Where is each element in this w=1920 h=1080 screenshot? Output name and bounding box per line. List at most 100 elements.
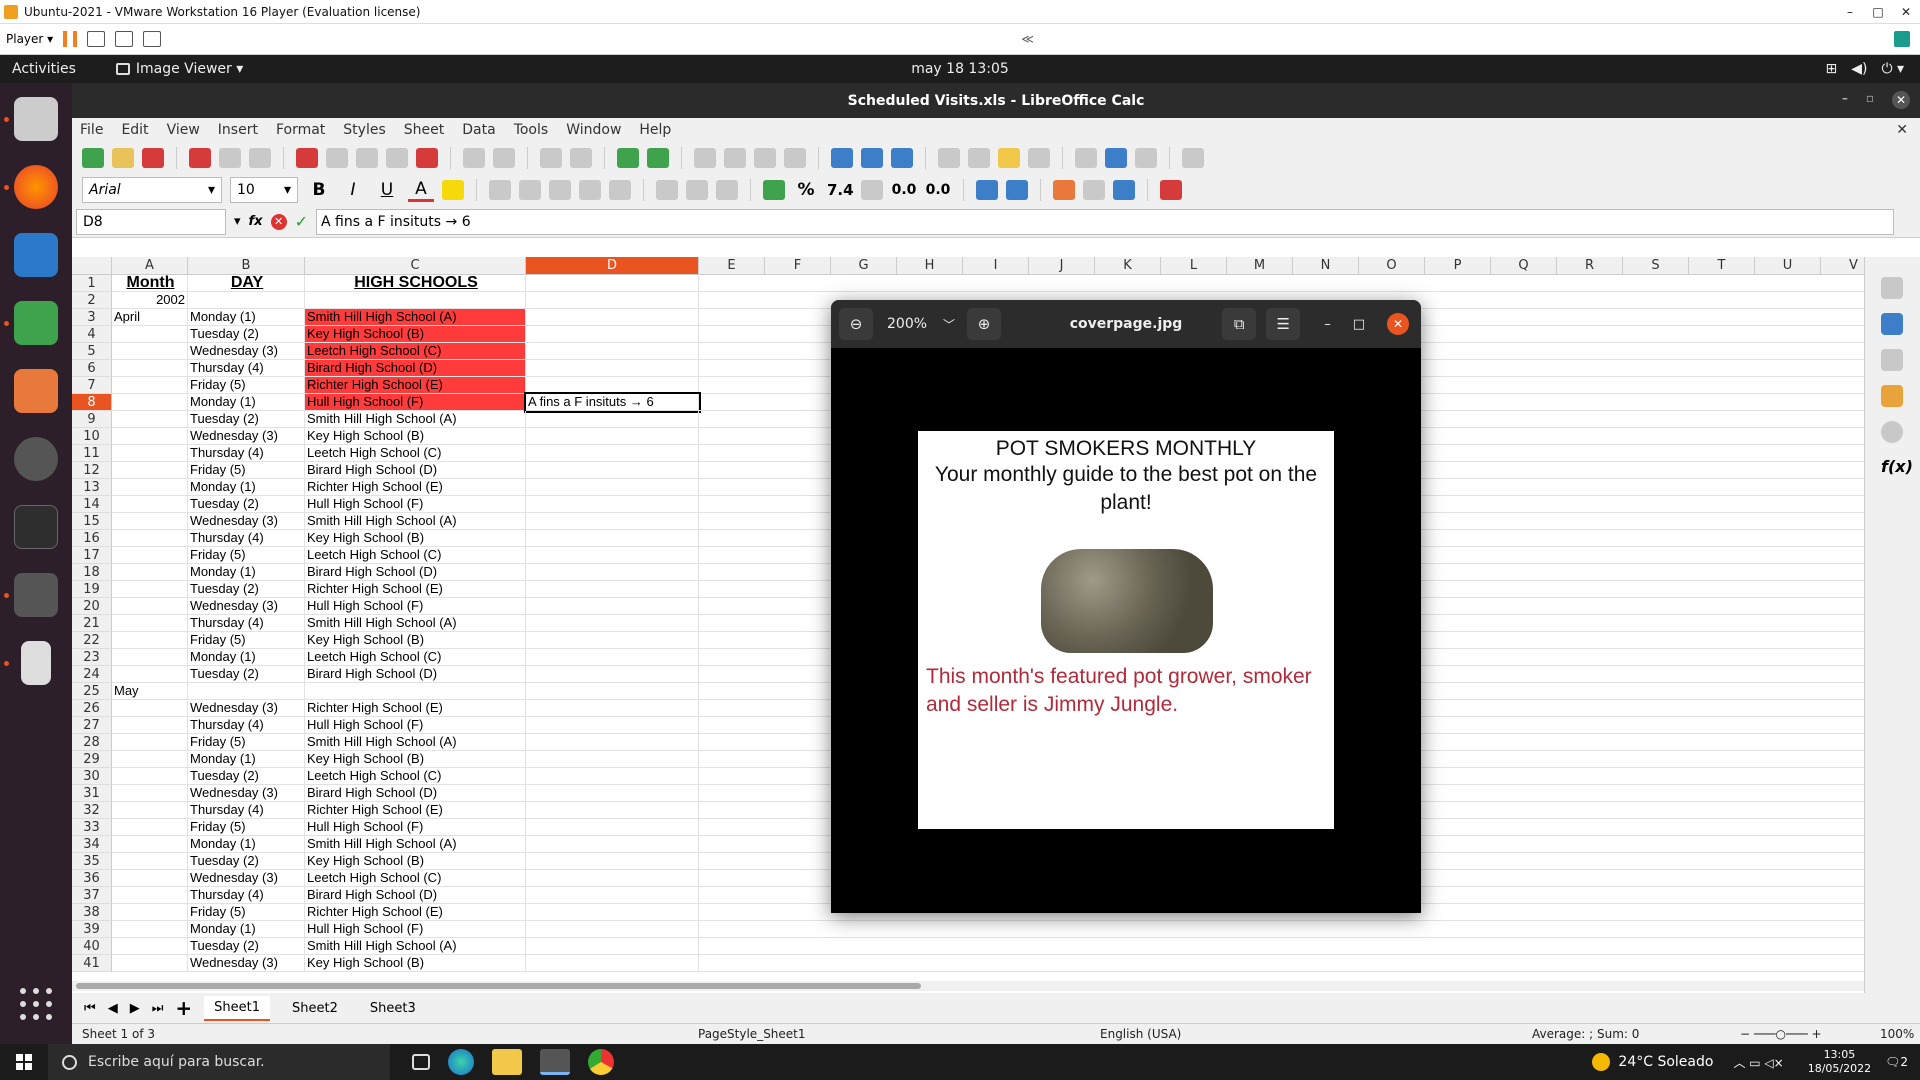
cell-c18[interactable]: Birard High School (D) <box>305 564 526 581</box>
unity-icon[interactable] <box>143 31 162 47</box>
zoom-level[interactable]: 100% <box>1880 1027 1914 1041</box>
copy-icon[interactable] <box>326 148 348 168</box>
vmware-taskbar-icon[interactable] <box>540 1049 570 1075</box>
cell-c38[interactable]: Richter High School (E) <box>305 904 526 921</box>
zoom-in-icon[interactable]: ⊕ <box>967 308 1002 340</box>
cell-d33[interactable] <box>526 819 699 836</box>
cell-b22[interactable]: Friday (5) <box>188 632 305 649</box>
column-header-k[interactable]: K <box>1095 257 1161 275</box>
cell-a4[interactable] <box>112 326 188 343</box>
cell-b29[interactable]: Monday (1) <box>188 751 305 768</box>
gallery-icon[interactable] <box>1881 385 1903 407</box>
firefox-icon[interactable] <box>14 165 58 209</box>
row-header[interactable]: 1 <box>72 275 112 292</box>
cell-c21[interactable]: Smith Hill High School (A) <box>305 615 526 632</box>
row-header[interactable]: 30 <box>72 768 112 785</box>
weather-widget[interactable]: 24°C Soleado <box>1592 1053 1713 1071</box>
cell-c22[interactable]: Key High School (B) <box>305 632 526 649</box>
column-header-u[interactable]: U <box>1755 257 1821 275</box>
cell-d11[interactable] <box>526 445 699 462</box>
next-sheet-icon[interactable]: ▶ <box>130 1001 140 1016</box>
cell-c9[interactable]: Smith Hill High School (A) <box>305 411 526 428</box>
cell-a23[interactable] <box>112 649 188 666</box>
cell-c30[interactable]: Leetch High School (C) <box>305 768 526 785</box>
date-format-icon[interactable] <box>861 180 883 200</box>
insert-image-icon[interactable] <box>831 148 853 168</box>
row-header[interactable]: 35 <box>72 853 112 870</box>
cell-d35[interactable] <box>526 853 699 870</box>
column-header-v[interactable]: V <box>1821 257 1864 275</box>
collapse-icon[interactable]: ≪ <box>1021 32 1034 46</box>
cell-d3[interactable] <box>526 309 699 326</box>
fit-guest-icon[interactable] <box>115 31 134 47</box>
sort-icon[interactable] <box>694 148 716 168</box>
cell-a6[interactable] <box>112 360 188 377</box>
cell-b38[interactable]: Friday (5) <box>188 904 305 921</box>
cell-a30[interactable] <box>112 768 188 785</box>
cell-a14[interactable] <box>112 496 188 513</box>
row-header[interactable]: 9 <box>72 411 112 428</box>
task-view-icon[interactable] <box>412 1054 430 1070</box>
cell-b20[interactable]: Wednesday (3) <box>188 598 305 615</box>
italic-button[interactable]: I <box>340 180 366 200</box>
menu-insert[interactable]: Insert <box>218 122 258 138</box>
menu-window[interactable]: Window <box>566 122 621 138</box>
cell-d28[interactable] <box>526 734 699 751</box>
rotate-icon[interactable]: ⧉ <box>1222 308 1257 340</box>
row-header[interactable]: 18 <box>72 564 112 581</box>
selection-summary[interactable]: Average: ; Sum: 0 <box>1532 1027 1639 1041</box>
row-header[interactable]: 34 <box>72 836 112 853</box>
cell-e39[interactable] <box>699 921 1864 938</box>
save-icon[interactable] <box>142 148 164 168</box>
cut-icon[interactable] <box>296 148 318 168</box>
impress-icon[interactable] <box>14 369 58 413</box>
cell-b39[interactable]: Monday (1) <box>188 921 305 938</box>
column-header-d[interactable]: D <box>526 257 699 275</box>
row-header[interactable]: 39 <box>72 921 112 938</box>
settings-icon[interactable] <box>14 437 58 481</box>
cell-d18[interactable] <box>526 564 699 581</box>
cell-d36[interactable] <box>526 870 699 887</box>
cell-a22[interactable] <box>112 632 188 649</box>
cell-a10[interactable] <box>112 428 188 445</box>
row-header[interactable]: 3 <box>72 309 112 326</box>
print-preview-icon[interactable] <box>249 148 271 168</box>
cell-b7[interactable]: Friday (5) <box>188 377 305 394</box>
align-left-icon[interactable] <box>489 180 511 200</box>
accept-icon[interactable]: ✓ <box>295 212 308 231</box>
row-header[interactable]: 40 <box>72 938 112 955</box>
scrollbar-thumb[interactable] <box>76 983 921 989</box>
align-right-icon[interactable] <box>549 180 571 200</box>
taskbar-clock[interactable]: 13:05 18/05/2022 <box>1808 1048 1871 1076</box>
cell-b35[interactable]: Tuesday (2) <box>188 853 305 870</box>
row-header[interactable]: 20 <box>72 598 112 615</box>
row-header[interactable]: 24 <box>72 666 112 683</box>
cell-c15[interactable]: Smith Hill High School (A) <box>305 513 526 530</box>
menu-data[interactable]: Data <box>462 122 495 138</box>
cell-a40[interactable] <box>112 938 188 955</box>
cell-b37[interactable]: Thursday (4) <box>188 887 305 904</box>
chrome-icon[interactable] <box>588 1049 614 1075</box>
properties-icon[interactable] <box>1881 313 1903 335</box>
cell-c23[interactable]: Leetch High School (C) <box>305 649 526 666</box>
row-header[interactable]: 6 <box>72 360 112 377</box>
row-header[interactable]: 8 <box>72 394 112 411</box>
row-header[interactable]: 10 <box>72 428 112 445</box>
autofilter-icon[interactable] <box>784 148 806 168</box>
cell-a8[interactable] <box>112 394 188 411</box>
split-window-icon[interactable] <box>1135 148 1157 168</box>
cell-a37[interactable] <box>112 887 188 904</box>
cell-b4[interactable]: Tuesday (2) <box>188 326 305 343</box>
cell-c26[interactable]: Richter High School (E) <box>305 700 526 717</box>
column-header-i[interactable]: I <box>963 257 1029 275</box>
styles-icon[interactable] <box>1881 349 1903 371</box>
cell-a29[interactable] <box>112 751 188 768</box>
cell-a16[interactable] <box>112 530 188 547</box>
cell-c14[interactable]: Hull High School (F) <box>305 496 526 513</box>
menu-styles[interactable]: Styles <box>343 122 385 138</box>
row-header[interactable]: 23 <box>72 649 112 666</box>
insert-chart-icon[interactable] <box>861 148 883 168</box>
prev-sheet-icon[interactable]: ◀ <box>108 1001 118 1016</box>
column-header-m[interactable]: M <box>1227 257 1293 275</box>
column-header-j[interactable]: J <box>1029 257 1095 275</box>
